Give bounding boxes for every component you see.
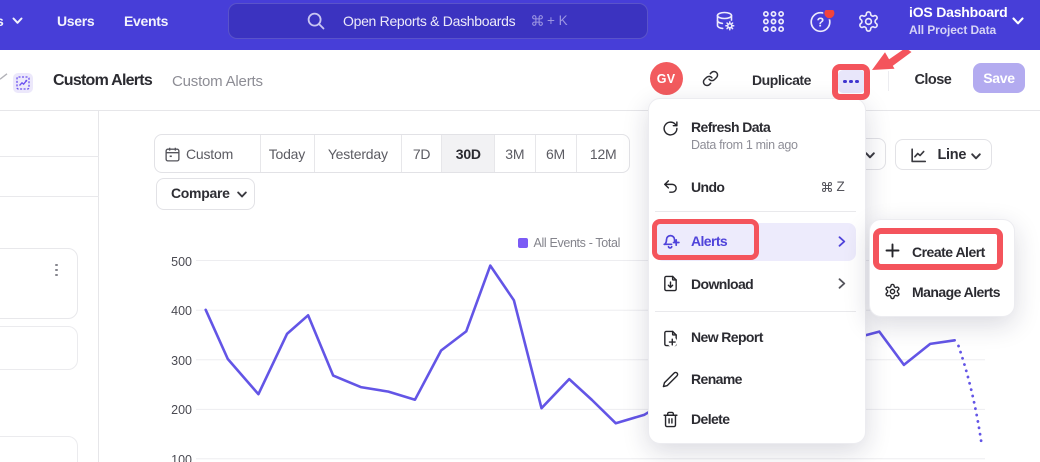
svg-text:?: ?	[817, 15, 825, 29]
